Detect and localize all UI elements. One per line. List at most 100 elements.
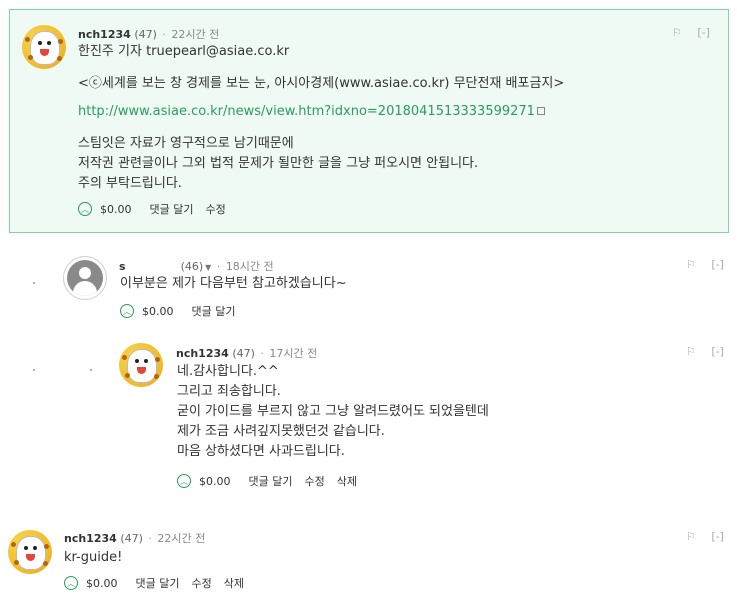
author-reputation: (47) — [134, 28, 157, 41]
comment-meta: nch1234 (47) · 22시간 전 — [78, 26, 219, 42]
payout-value[interactable]: $0.00 — [199, 475, 231, 488]
meta-separator: · — [260, 347, 264, 360]
comment-body: kr-guide! — [64, 548, 122, 568]
comment-meta: nch1234 (47) · 17시간 전 — [176, 345, 317, 361]
body-line: kr-guide! — [64, 550, 123, 565]
payout-value[interactable]: $0.00 — [100, 203, 132, 216]
flag-icon[interactable]: ⚐ — [686, 345, 696, 358]
author-name[interactable]: nch1234 — [64, 532, 117, 545]
reply-button[interactable]: 댓글 달기 — [150, 201, 194, 217]
avatar-dot — [14, 560, 19, 565]
author-reputation: (47) — [120, 532, 143, 545]
body-line: 제가 조금 사려깊지못했던것 같습니다. — [177, 424, 385, 439]
comment-body: 이부분은 제가 다음부턴 참고하겠습니다~ — [120, 274, 347, 294]
body-line: 저작권 관련글이나 그외 법적 문제가 될만한 글을 그냥 퍼오시면 안됩니다. — [78, 156, 479, 171]
payout-value[interactable]: $0.00 — [142, 305, 174, 318]
thread-dot — [33, 369, 35, 371]
avatar-dot — [122, 355, 127, 360]
avatar-dot — [28, 55, 33, 60]
comment-time[interactable]: 22시간 전 — [171, 28, 219, 41]
edit-button[interactable]: 수정 — [191, 575, 211, 591]
author-name[interactable]: s — [119, 260, 126, 273]
avatar-mouth — [137, 367, 146, 374]
avatar-eye — [135, 359, 139, 363]
comment-body: 네.감사합니다.^^ 그리고 죄송합니다. 굳이 가이드를 부르지 않고 그냥 … — [177, 362, 489, 462]
upvote-icon[interactable]: ︿ — [120, 304, 134, 318]
avatar-dot — [125, 373, 130, 378]
comment-time[interactable]: 18시간 전 — [226, 260, 274, 273]
meta-separator: · — [148, 532, 152, 545]
avatar-dot — [154, 374, 159, 379]
edit-button[interactable]: 수정 — [304, 473, 324, 489]
thread-dot — [33, 282, 35, 284]
avatar-eye — [24, 546, 28, 550]
comment-meta: s (46) ▼ · 18시간 전 — [119, 258, 274, 274]
collapse-toggle[interactable]: [-] — [711, 258, 724, 271]
avatar-head — [79, 267, 91, 279]
comment-time[interactable]: 17시간 전 — [269, 347, 317, 360]
body-line: 한진주 기자 truepearl@asiae.co.kr — [78, 44, 290, 59]
meta-separator: · — [162, 28, 166, 41]
article-link[interactable]: http://www.asiae.co.kr/news/view.htm?idx… — [78, 104, 535, 119]
body-line: 스팀잇은 자료가 영구적으로 남기때문에 — [78, 136, 294, 151]
delete-button[interactable]: 삭제 — [224, 575, 244, 591]
payout-value[interactable]: $0.00 — [86, 577, 118, 590]
comment-footer: ︿ $0.00 댓글 달기 수정 — [78, 201, 238, 217]
author-name[interactable]: nch1234 — [176, 347, 229, 360]
avatar-dot — [58, 39, 63, 44]
body-line: 주의 부탁드립니다. — [78, 176, 182, 191]
default-avatar-icon — [67, 260, 103, 296]
reply-button[interactable]: 댓글 달기 — [192, 303, 236, 319]
upvote-icon[interactable]: ︿ — [64, 576, 78, 590]
body-line: <ⓒ세계를 보는 창 경제를 보는 눈, 아시아경제(www.asiae.co.… — [78, 76, 565, 91]
user-avatar[interactable] — [8, 530, 52, 574]
comment-body: http://www.asiae.co.kr/news/view.htm?idx… — [78, 102, 545, 122]
comment-time[interactable]: 22시간 전 — [157, 532, 205, 545]
flag-icon[interactable]: ⚐ — [686, 258, 696, 271]
upvote-icon[interactable]: ︿ — [177, 474, 191, 488]
avatar-dot — [11, 542, 16, 547]
external-link-icon — [536, 107, 545, 115]
reply-button[interactable]: 댓글 달기 — [136, 575, 180, 591]
avatar-dot — [155, 357, 160, 362]
comment-body: 한진주 기자 truepearl@asiae.co.kr — [78, 42, 289, 62]
comment-controls: ⚐ [-] — [674, 345, 724, 358]
comment-body: <ⓒ세계를 보는 창 경제를 보는 눈, 아시아경제(www.asiae.co.… — [78, 74, 564, 94]
reply-button[interactable]: 댓글 달기 — [249, 473, 293, 489]
collapse-toggle[interactable]: [-] — [711, 345, 724, 358]
avatar-eye — [144, 359, 148, 363]
comment-footer: ︿ $0.00 댓글 달기 수정 삭제 — [64, 575, 256, 591]
body-line: 네.감사합니다.^^ — [177, 364, 279, 379]
avatar-mouth — [40, 49, 49, 56]
upvote-icon[interactable]: ︿ — [78, 202, 92, 216]
avatar-eye — [38, 41, 42, 45]
delete-button[interactable]: 삭제 — [337, 473, 357, 489]
body-line: 이부분은 제가 다음부턴 참고하겠습니다~ — [120, 276, 347, 291]
avatar-dot — [44, 544, 49, 549]
avatar-dot — [25, 37, 30, 42]
author-reputation: (46) — [180, 260, 204, 273]
user-avatar[interactable] — [119, 343, 163, 387]
comment-body: 스팀잇은 자료가 영구적으로 남기때문에 저작권 관련글이나 그외 법적 문제가… — [78, 134, 478, 194]
comment-controls: ⚐ [-] — [674, 258, 724, 271]
flag-icon[interactable]: ⚐ — [686, 530, 696, 543]
comment-footer: ︿ $0.00 댓글 달기 — [120, 303, 247, 319]
avatar-eye — [47, 41, 51, 45]
avatar-eye — [33, 546, 37, 550]
avatar-mouth — [26, 554, 35, 561]
chevron-down-icon[interactable]: ▼ — [205, 263, 211, 272]
user-avatar[interactable] — [22, 25, 66, 69]
avatar-dot — [57, 56, 62, 61]
collapse-toggle[interactable]: [-] — [711, 530, 724, 543]
body-line: 그리고 죄송합니다. — [177, 384, 281, 399]
avatar-dot — [43, 561, 48, 566]
body-line: 굳이 가이드를 부르지 않고 그냥 알려드렸어도 되었을텐데 — [177, 404, 489, 419]
user-avatar[interactable] — [63, 256, 107, 300]
edit-button[interactable]: 수정 — [205, 201, 225, 217]
comment-controls: ⚐ [-] — [660, 26, 710, 39]
flag-icon[interactable]: ⚐ — [672, 26, 682, 39]
thread-dot — [90, 369, 92, 371]
author-name[interactable]: nch1234 — [78, 28, 131, 41]
comment-meta: nch1234 (47) · 22시간 전 — [64, 530, 205, 546]
collapse-toggle[interactable]: [-] — [697, 26, 710, 39]
